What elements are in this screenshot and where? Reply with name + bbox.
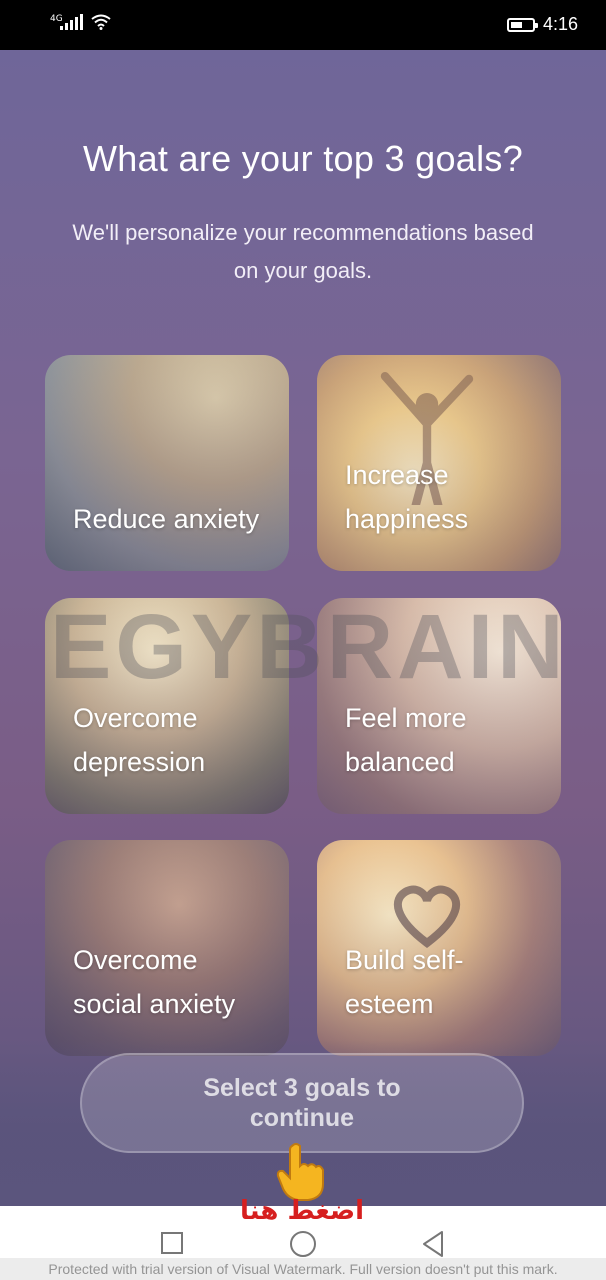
- goal-label: Increase happiness: [345, 460, 469, 534]
- goal-card-build-self-esteem[interactable]: Build self-esteem: [317, 840, 561, 1056]
- clock: 4:16: [542, 14, 578, 34]
- goal-card-overcome-social-anxiety[interactable]: Overcome social anxiety: [45, 840, 289, 1056]
- goal-label: Feel more balanced: [345, 703, 467, 777]
- back-icon[interactable]: [420, 1230, 446, 1258]
- watermark-logo: EGYBRAIN: [50, 596, 568, 698]
- goal-label: Overcome social anxiety: [73, 945, 236, 1019]
- status-bar: 4G 4:16: [0, 0, 606, 50]
- system-nav-bar: اضغط هنا Protected with trial version of…: [0, 1196, 606, 1280]
- battery-level-fill: [510, 21, 522, 28]
- goal-card-reduce-anxiety[interactable]: Reduce anxiety: [45, 355, 289, 571]
- home-icon[interactable]: [290, 1231, 316, 1257]
- network-type-label: 4G: [50, 14, 63, 24]
- goal-label: Build self-esteem: [345, 945, 464, 1019]
- status-right: 4:16: [506, 14, 578, 35]
- pointing-hand-icon: [276, 1143, 324, 1201]
- signal-icon: [60, 14, 83, 30]
- wifi-icon: [91, 14, 111, 30]
- goal-card-increase-happiness[interactable]: Increase happiness: [317, 355, 561, 571]
- goal-label: Overcome depression: [73, 703, 206, 777]
- battery-icon: [506, 17, 538, 32]
- goals-grid: Reduce anxiety Increase happiness Overco…: [45, 355, 561, 1056]
- continue-button[interactable]: Select 3 goals to continue: [80, 1053, 524, 1153]
- watermark-notice: Protected with trial version of Visual W…: [0, 1258, 606, 1280]
- goal-label: Reduce anxiety: [73, 504, 260, 534]
- page-subtitle: We'll personalize your recommendations b…: [72, 220, 534, 283]
- goals-screen: What are your top 3 goals? We'll persona…: [0, 50, 606, 1206]
- status-left: 4G: [50, 14, 111, 30]
- recent-apps-icon[interactable]: [161, 1232, 183, 1254]
- page-title: What are your top 3 goals?: [82, 138, 524, 179]
- tap-here-annotation: اضغط هنا: [240, 1196, 365, 1226]
